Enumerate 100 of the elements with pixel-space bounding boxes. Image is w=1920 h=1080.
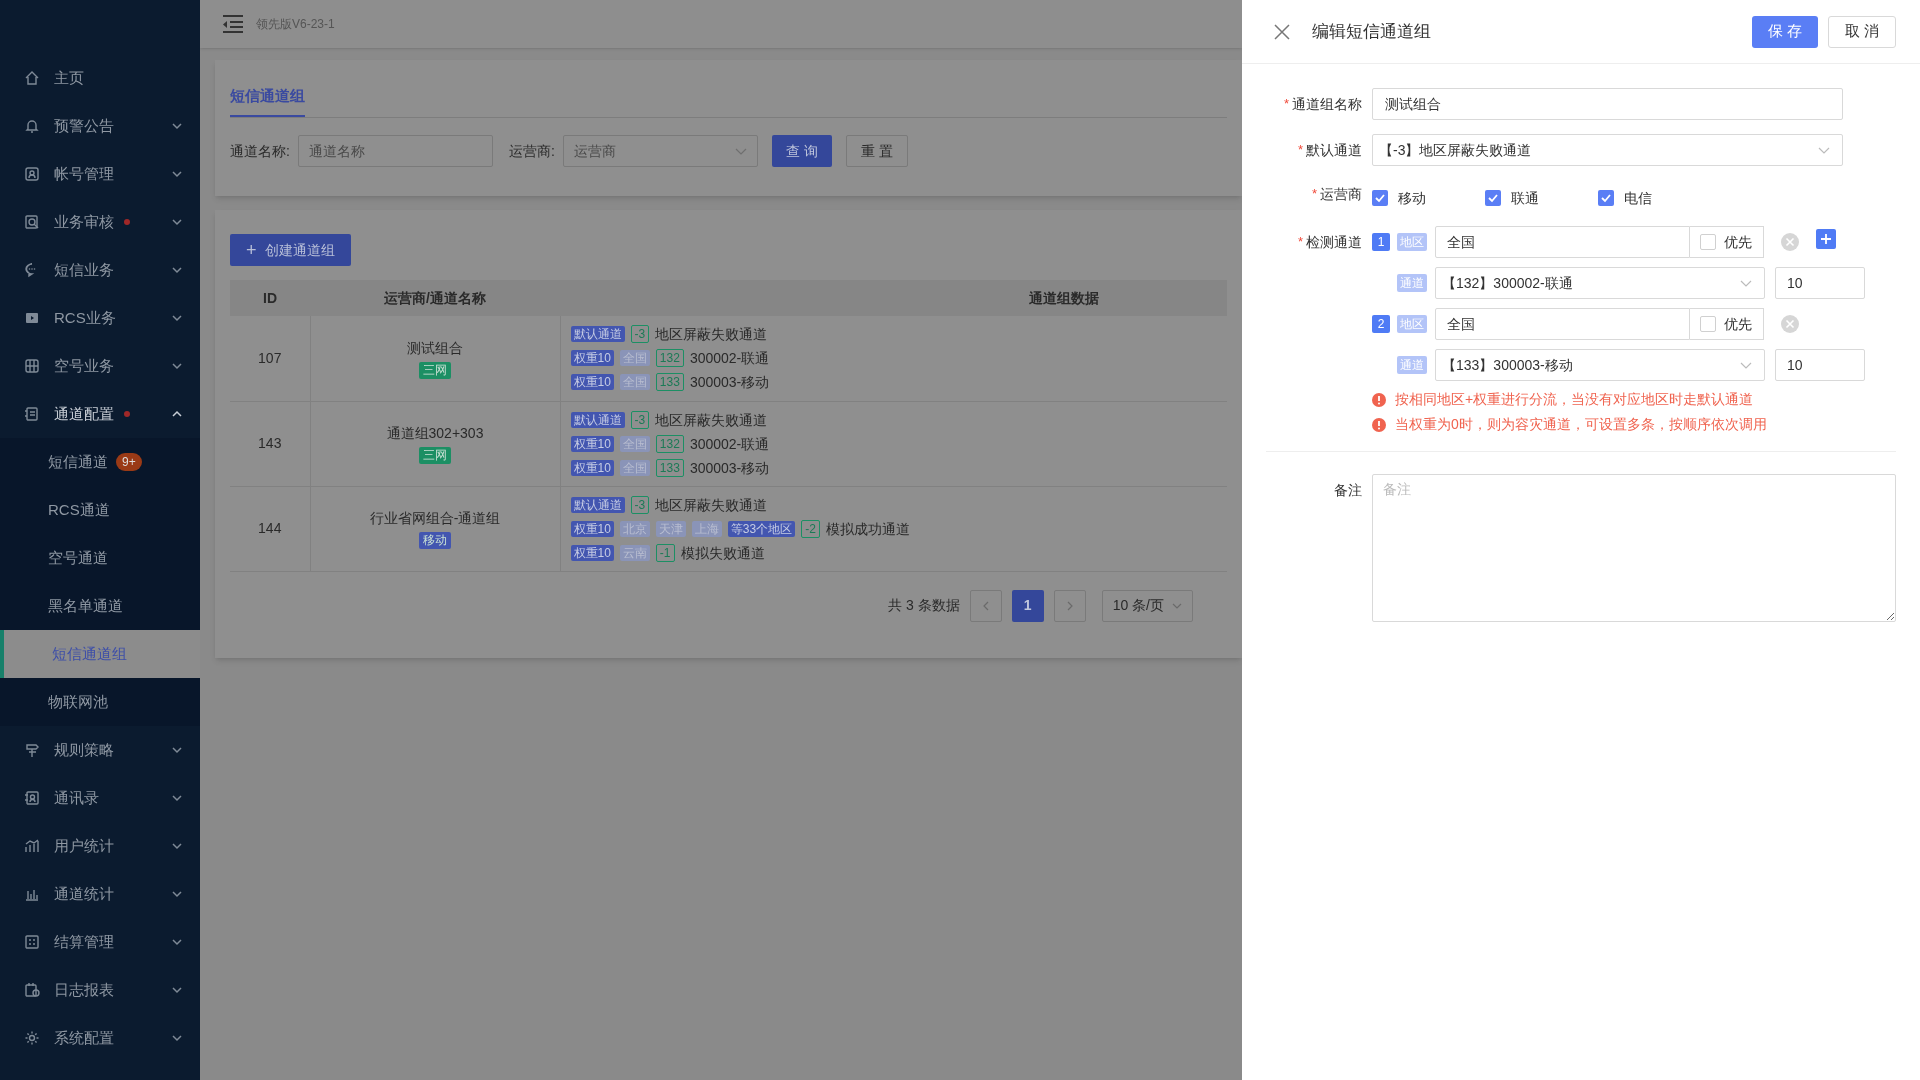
close-circle-icon [1781,233,1799,251]
checkbox-label: 移动 [1398,188,1426,208]
hint-text: 当权重为0时，则为容灾通道，可设置多条，按顺序依次调用 [1395,415,1767,434]
submenu-item[interactable]: 黑名单通道 [0,582,200,630]
channel-tag: 通道 [1397,356,1427,374]
cancel-button[interactable]: 取 消 [1827,15,1896,48]
user-card-icon [24,166,40,182]
channel-select[interactable]: 【132】300002-联通 [1435,267,1765,299]
channel-tag: 133 [655,373,684,392]
channel-tag: -2 [801,519,820,538]
hint-text: 按相同地区+权重进行分流，当没有对应地区时走默认通道 [1395,390,1754,409]
channel-name: 地区屏蔽失败通道 [655,495,768,514]
sidebar-item[interactable]: 日志报表 [0,966,200,1014]
close-button[interactable] [1274,23,1290,40]
column-header: ID [263,289,277,306]
create-button[interactable]: + 创建通道组 [230,234,351,266]
signpost-icon [24,742,40,758]
field-label: 通道组名称 [1292,94,1362,114]
sidebar-item[interactable]: RCS业务 [0,294,200,342]
log-icon [24,982,40,998]
channel-tag: 通道 [1397,274,1427,292]
page-button[interactable]: 1 [1011,589,1044,622]
channel-tag: 权重10 [570,374,614,391]
table-cell-text: 测试组合 [407,338,463,358]
checkbox[interactable] [1485,190,1501,206]
reset-button[interactable]: 重 置 [845,135,908,167]
checkbox[interactable] [1700,234,1716,250]
menu-fold-icon[interactable] [222,15,244,33]
sidebar-item[interactable]: 结算管理 [0,918,200,966]
checkbox[interactable] [1372,190,1388,206]
channel-name: 模拟成功通道 [825,519,910,538]
calculator-icon [24,934,40,950]
sidebar-item[interactable]: 用户统计 [0,822,200,870]
channel-tag: 默认通道 [570,326,625,343]
sidebar-item[interactable]: 空号业务 [0,342,200,390]
checkbox-label: 电信 [1624,188,1652,208]
sim-card-icon [24,358,40,374]
submenu-item[interactable]: 物联网池 [0,678,200,726]
field-label: 默认通道 [1306,140,1362,160]
channel-select[interactable]: 【-3】地区屏蔽失败通道 [1372,134,1843,166]
field-label: 备注 [1334,480,1362,500]
channel-tag: -1 [655,543,675,562]
index-badge: 1 [1372,233,1390,251]
channel-tag: 132 [655,349,684,368]
weight-input[interactable]: 10 [1775,267,1865,299]
submenu-item[interactable]: 空号通道 [0,534,200,582]
submenu-item[interactable]: RCS通道 [0,486,200,534]
sidebar-item[interactable]: 通讯录 [0,774,200,822]
sidebar-item[interactable]: 短信业务 [0,246,200,294]
carrier-tag: 三网 [419,361,451,379]
carrier-tag: 三网 [419,447,451,464]
sidebar-item[interactable]: 业务审核 [0,198,200,246]
table-cell: 144 [258,520,282,536]
required-mark: * [1297,233,1303,252]
add-button[interactable] [1816,229,1836,249]
sidebar-item[interactable]: 帐号管理 [0,150,200,198]
field-label: 通道名称: [230,141,290,161]
checkbox-label: 联通 [1511,188,1539,208]
sidebar-item[interactable]: 通道统计 [0,870,200,918]
channel-tag: 默认通道 [570,411,625,428]
close-icon [1274,23,1290,40]
table-cell: 143 [258,435,282,451]
channel-select[interactable]: 【133】300003-移动 [1435,349,1765,381]
channel-tag: 132 [655,434,684,453]
sidebar-item[interactable]: 预警公告 [0,102,200,150]
field-label: 运营商: [508,141,555,161]
sidebar-item[interactable]: 规则策略 [0,726,200,774]
checkbox-label: 优先 [1724,314,1752,334]
sidebar-item[interactable]: 系统配置 [0,1014,200,1062]
chevron-down-icon [734,147,747,155]
checkbox-label: 优先 [1724,232,1752,252]
drawer-title: 编辑短信通道组 [1312,20,1431,43]
sidebar-item[interactable]: 主页 [0,54,200,102]
carrier-tag: 移动 [419,532,451,549]
channel-name: 地区屏蔽失败通道 [655,410,768,429]
remarks-field[interactable]: 备注 [1372,474,1896,622]
close-circle-icon [1781,315,1799,333]
column-header: 通道组数据 [1027,288,1099,308]
check-icon [1487,192,1499,204]
bar-chart-icon [24,838,40,854]
sidebar-item[interactable]: 通道配置 [0,390,200,438]
region-input[interactable]: 全国 [1435,308,1690,340]
index-badge: 2 [1372,315,1390,333]
channel-tag: -3 [630,325,650,344]
checkbox[interactable] [1700,316,1716,332]
checkbox[interactable] [1598,190,1614,206]
channel-tag: 默认通道 [570,496,625,513]
channel-tag: 等33个地区 [727,520,796,537]
search-document-icon [24,214,40,230]
document-icon [24,406,40,422]
submenu-item[interactable]: 短信通道 9+ [0,438,200,486]
search-button[interactable]: 查 询 [771,135,832,167]
region-tag: 地区 [1397,315,1427,333]
field-label: 运营商 [1320,184,1362,204]
name-input[interactable]: 测试组合 [1372,88,1843,120]
save-button[interactable]: 保 存 [1751,15,1818,48]
page-size-select[interactable]: 10 条/页 [1101,589,1193,622]
region-input[interactable]: 全国 [1435,226,1690,258]
count-badge: 9+ [116,453,142,471]
weight-input[interactable]: 10 [1775,349,1865,381]
